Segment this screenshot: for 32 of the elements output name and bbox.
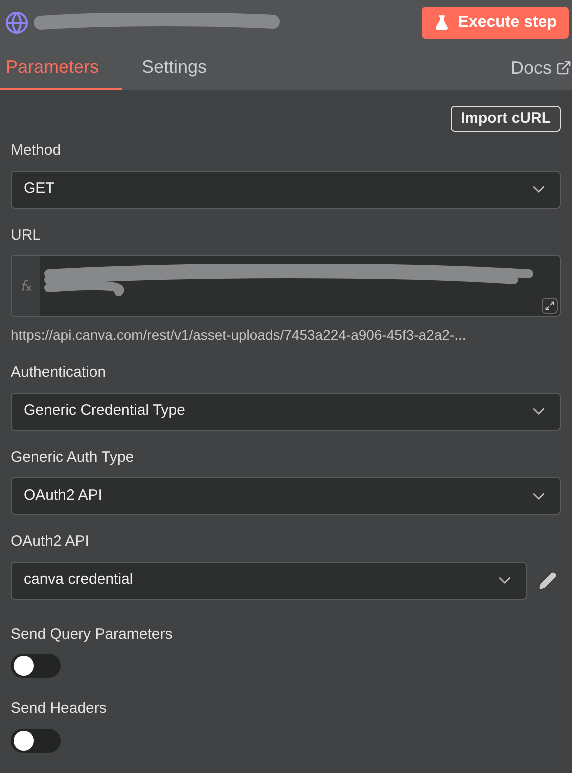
field-label: URL	[11, 226, 42, 246]
tab[interactable]: Settings	[136, 46, 214, 90]
globe-icon	[5, 11, 29, 35]
select-field[interactable]: canva credential	[11, 562, 527, 600]
field-label: Send Headers	[11, 699, 108, 719]
toggle-switch[interactable]	[11, 728, 61, 752]
expression-field[interactable]	[11, 255, 561, 317]
chevron-down-icon	[533, 492, 545, 500]
chevron-down-icon	[533, 408, 545, 415]
toggle-switch[interactable]	[11, 654, 61, 678]
field-label: Method	[11, 141, 62, 161]
external-link-icon	[556, 60, 572, 76]
docs-link[interactable]: Docs	[510, 46, 572, 90]
select-field[interactable]: GET	[11, 170, 561, 208]
edit-icon[interactable]	[539, 572, 557, 590]
select-field[interactable]: Generic Credential Type	[11, 392, 561, 430]
select-value: GET	[24, 179, 55, 200]
select-value: OAuth2 API	[24, 486, 102, 506]
select-value: canva credential	[24, 570, 134, 590]
field-label: Generic Auth Type	[11, 448, 136, 468]
chevron-down-icon	[499, 577, 511, 584]
field-label: OAuth2 API	[11, 532, 90, 552]
chevron-down-icon	[533, 186, 545, 193]
select-field[interactable]: OAuth2 API	[11, 477, 561, 515]
flask-icon	[434, 15, 450, 31]
import-curl-button[interactable]: Import cURL	[451, 106, 561, 132]
expand-icon[interactable]	[542, 298, 558, 314]
url-preview: https://api.canva.com/rest/v1/asset-uploads/7453a224-a906-45f3-a2a2-...	[11, 326, 468, 345]
select-value: Generic Credential Type	[24, 401, 186, 422]
fx-icon	[12, 256, 40, 316]
field-label: Authentication	[11, 363, 108, 383]
field-label: Send Query Parameters	[11, 624, 174, 644]
